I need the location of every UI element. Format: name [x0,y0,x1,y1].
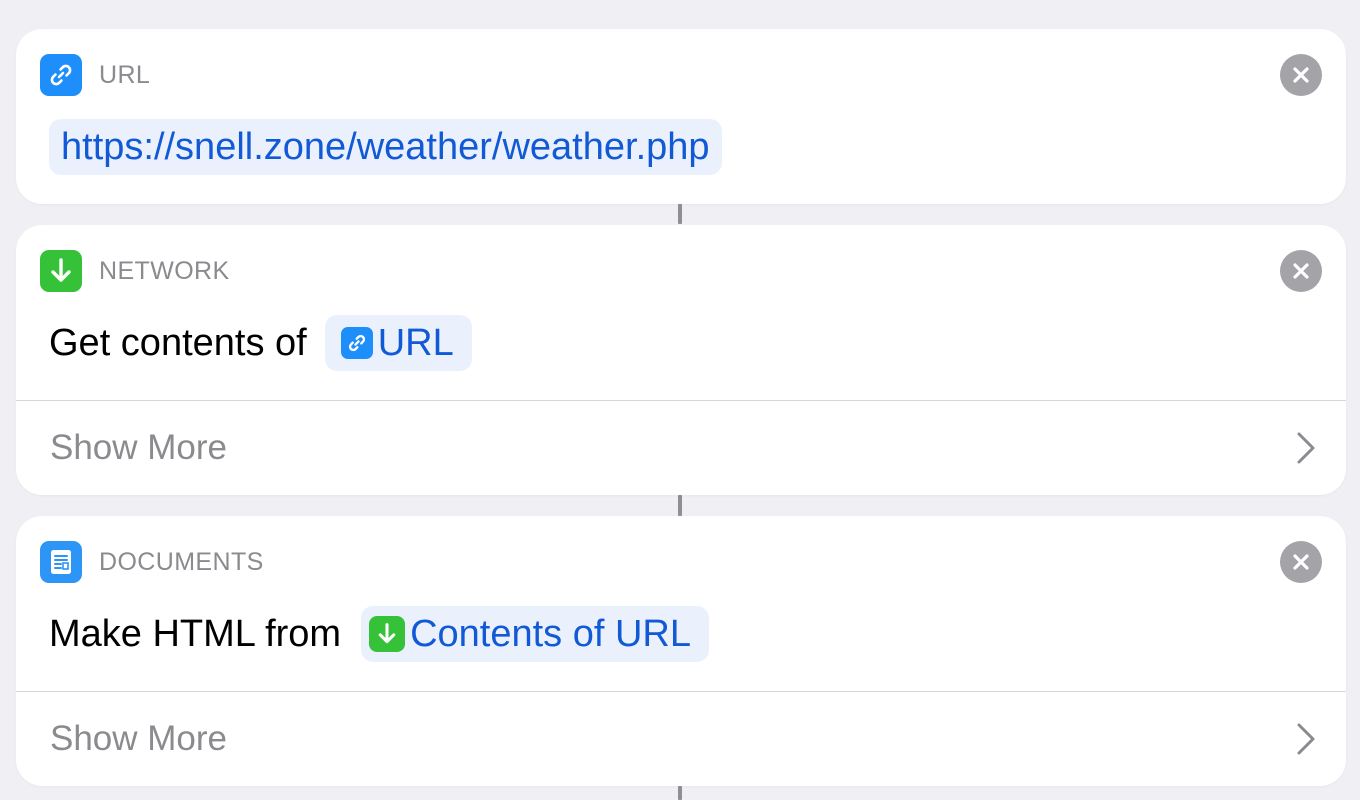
url-variable-token[interactable]: URL [324,315,472,371]
link-icon [340,327,373,359]
action-header: NETWORK [40,249,230,293]
link-icon [40,54,82,96]
action-category-label: DOCUMENTS [99,547,264,576]
make-html-action-card[interactable]: DOCUMENTS Make HTML from Contents of URL [16,516,1346,786]
close-icon[interactable] [1280,250,1322,292]
action-text: Get contents of [49,321,307,364]
action-parameter-row: Get contents of URL [49,315,472,371]
download-arrow-icon [40,250,82,292]
flow-connector [678,786,682,800]
show-more-button[interactable]: Show More [16,401,1346,495]
action-header: URL [40,53,150,97]
action-parameter-row: Make HTML from Contents of URL [49,606,709,662]
flow-connector [678,495,682,516]
action-category-label: URL [99,60,151,89]
action-text: Make HTML from [49,612,342,655]
variable-label: URL [377,321,454,364]
chevron-right-icon [1297,432,1315,464]
action-header: DOCUMENTS [40,540,264,584]
chevron-right-icon [1297,723,1315,755]
document-icon [40,541,82,583]
show-more-button[interactable]: Show More [16,692,1346,786]
shortcut-editor: URL https://snell.zone/weather/weather.p… [0,0,1360,800]
show-more-label: Show More [50,719,228,758]
get-contents-action-card[interactable]: NETWORK Get contents of URL Show More [16,225,1346,495]
close-icon[interactable] [1280,541,1322,583]
download-arrow-icon [369,616,406,652]
close-icon[interactable] [1280,54,1322,96]
url-value-field[interactable]: https://snell.zone/weather/weather.php [49,119,722,175]
variable-label: Contents of URL [410,612,691,655]
flow-connector [678,204,682,224]
show-more-label: Show More [50,428,228,467]
action-category-label: NETWORK [99,256,230,285]
contents-variable-token[interactable]: Contents of URL [361,606,709,662]
url-action-card[interactable]: URL https://snell.zone/weather/weather.p… [16,29,1346,204]
